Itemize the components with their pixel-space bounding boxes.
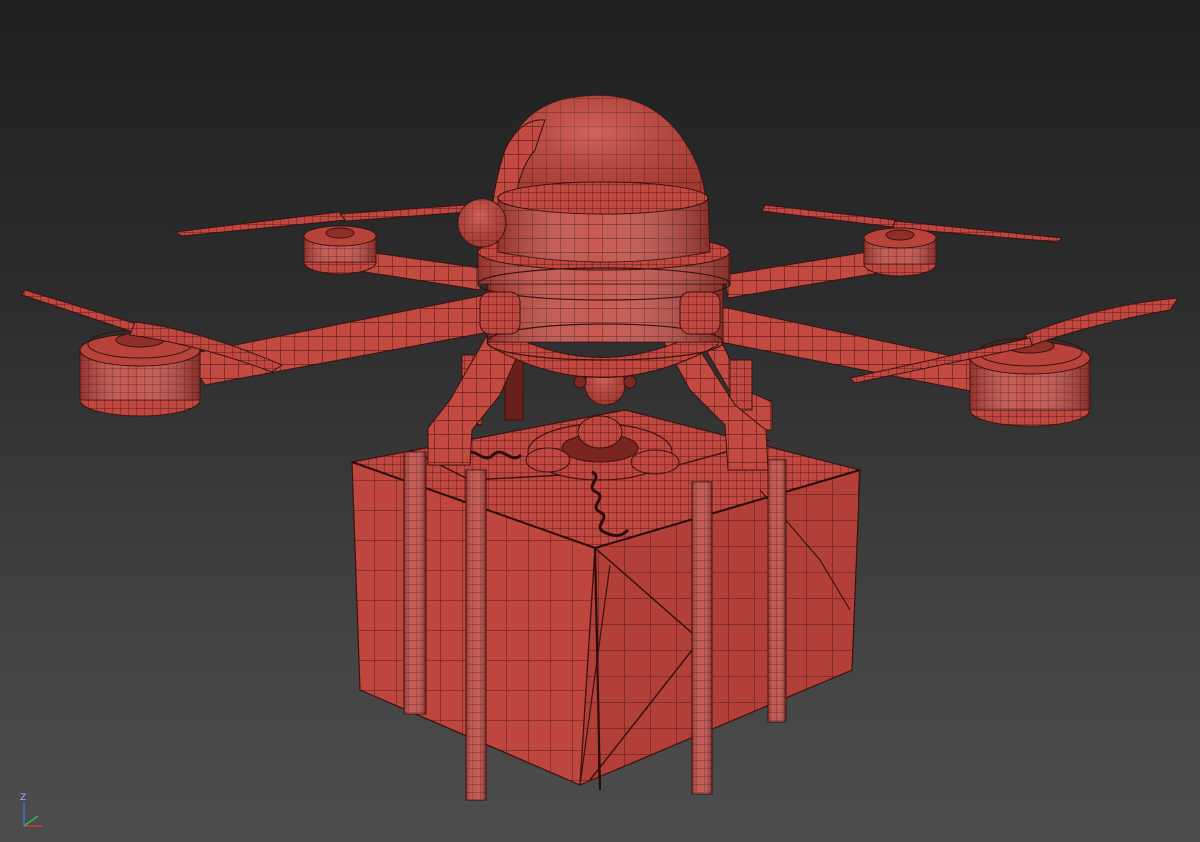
z-axis-label: Z — [20, 793, 26, 803]
arm-front-left[interactable] — [184, 294, 501, 386]
hat-pompom[interactable] — [457, 198, 507, 248]
motor-pod-back-right[interactable] — [863, 227, 937, 277]
y-axis-line — [23, 815, 39, 827]
santa-hat[interactable] — [491, 94, 711, 263]
3d-viewport[interactable]: Z — [0, 0, 1200, 842]
motor-pod-back-left[interactable] — [303, 225, 377, 275]
arm-back-right[interactable] — [724, 249, 886, 299]
axis-gizmo: Z — [20, 793, 42, 827]
drone-model[interactable] — [0, 0, 1200, 842]
